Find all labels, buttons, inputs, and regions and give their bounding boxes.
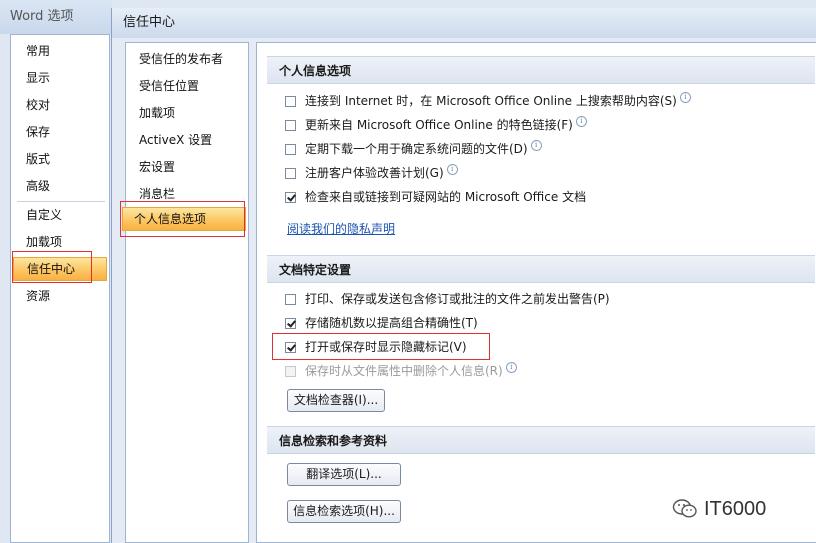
nav-item-customize[interactable]: 自定义 [13, 203, 107, 227]
nav-item-addins[interactable]: 加载项 [13, 230, 107, 254]
info-icon[interactable]: i [530, 139, 542, 151]
checkbox [285, 365, 296, 377]
checkbox[interactable] [285, 95, 296, 107]
watermark-text: IT6000 [704, 497, 767, 520]
option-warn-tracked-changes[interactable]: 打印、保存或发送包含修订或批注的文件之前发出警告(P) [285, 289, 610, 309]
tc-nav-addins[interactable]: 加载项 [128, 101, 246, 125]
option-online-help[interactable]: 连接到 Internet 时，在 Microsoft Office Online… [285, 91, 691, 111]
option-label: 定期下载一个用于确定系统问题的文件(D) [305, 142, 528, 156]
info-icon[interactable]: i [575, 115, 587, 127]
tc-nav-privacy-options[interactable]: 个人信息选项 [122, 207, 246, 231]
checkbox[interactable] [285, 167, 296, 179]
word-options-nav: 常用 显示 校对 保存 版式 高级 自定义 加载项 信任中心 资源 [10, 34, 110, 543]
nav-item-layout[interactable]: 版式 [13, 147, 107, 171]
option-label: 保存时从文件属性中删除个人信息(R) [305, 364, 503, 378]
option-label: 打开或保存时显示隐藏标记(V) [305, 340, 467, 354]
option-featured-links[interactable]: 更新来自 Microsoft Office Online 的特色链接(F) i [285, 115, 587, 135]
nav-item-display[interactable]: 显示 [13, 66, 107, 90]
document-inspector-button[interactable]: 文档检查器(I)... [287, 389, 385, 412]
tc-nav-activex[interactable]: ActiveX 设置 [128, 128, 246, 152]
option-remove-personal-info: 保存时从文件属性中删除个人信息(R) i [285, 361, 517, 381]
checkbox[interactable] [285, 293, 296, 305]
option-suspicious-sites[interactable]: 检查来自或链接到可疑网站的 Microsoft Office 文档 [285, 187, 586, 207]
research-options-button[interactable]: 信息检索选项(H)... [287, 500, 401, 523]
option-label: 连接到 Internet 时，在 Microsoft Office Online… [305, 94, 677, 108]
tc-nav-trusted-locations[interactable]: 受信任位置 [128, 74, 246, 98]
nav-item-proofing[interactable]: 校对 [13, 93, 107, 117]
option-label: 存储随机数以提高组合精确性(T) [305, 316, 478, 330]
info-icon[interactable]: i [446, 163, 458, 175]
tc-nav-trusted-publishers[interactable]: 受信任的发布者 [128, 47, 246, 71]
section-document-title: 文档特定设置 [267, 255, 815, 283]
watermark: IT6000 [672, 495, 766, 523]
tc-nav-macro[interactable]: 宏设置 [128, 155, 246, 179]
nav-item-trust-center[interactable]: 信任中心 [13, 257, 107, 281]
section-personal-title: 个人信息选项 [267, 56, 815, 84]
trust-center-title: 信任中心 [112, 8, 816, 38]
checkbox[interactable] [285, 191, 296, 203]
info-icon[interactable]: i [679, 91, 691, 103]
option-label: 检查来自或链接到可疑网站的 Microsoft Office 文档 [305, 190, 587, 204]
nav-item-resources[interactable]: 资源 [13, 284, 107, 308]
checkbox[interactable] [285, 119, 296, 131]
settings-panel: 个人信息选项 连接到 Internet 时，在 Microsoft Office… [256, 42, 816, 543]
option-ceip[interactable]: 注册客户体验改善计划(G) i [285, 163, 458, 183]
nav-item-advanced[interactable]: 高级 [13, 174, 107, 198]
section-research-title: 信息检索和参考资料 [267, 426, 815, 454]
nav-item-save[interactable]: 保存 [13, 120, 107, 144]
info-icon[interactable]: i [505, 361, 517, 373]
nav-item-general[interactable]: 常用 [13, 39, 107, 63]
option-show-hidden-markup[interactable]: 打开或保存时显示隐藏标记(V) [285, 337, 467, 357]
option-label: 打印、保存或发送包含修订或批注的文件之前发出警告(P) [305, 292, 610, 306]
trust-center-nav: 受信任的发布者 受信任位置 加载项 ActiveX 设置 宏设置 消息栏 [125, 42, 249, 543]
translate-options-button[interactable]: 翻译选项(L)... [287, 463, 401, 486]
privacy-statement-link[interactable]: 阅读我们的隐私声明 [287, 219, 395, 239]
option-label: 注册客户体验改善计划(G) [305, 166, 444, 180]
checkbox[interactable] [285, 143, 296, 155]
word-options-title: Word 选项 [0, 0, 112, 34]
trust-center-dialog: 信任中心 受信任的发布者 受信任位置 加载项 ActiveX 设置 宏设置 消息… [111, 8, 816, 543]
wechat-icon [672, 499, 697, 518]
checkbox[interactable] [285, 317, 296, 329]
checkbox[interactable] [285, 341, 296, 353]
option-random-number[interactable]: 存储随机数以提高组合精确性(T) [285, 313, 478, 333]
tc-nav-message-bar[interactable]: 消息栏 [128, 182, 246, 206]
nav-separator [17, 201, 105, 202]
option-label: 更新来自 Microsoft Office Online 的特色链接(F) [305, 118, 573, 132]
option-diagnostic-download[interactable]: 定期下载一个用于确定系统问题的文件(D) i [285, 139, 542, 159]
